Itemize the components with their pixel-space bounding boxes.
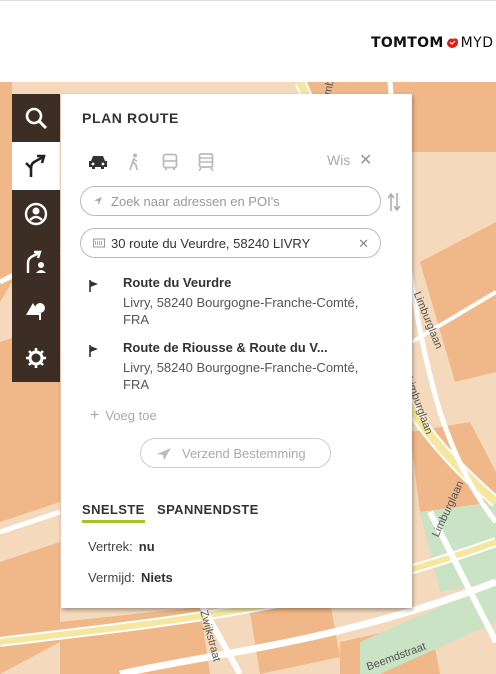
mode-car[interactable]	[87, 152, 109, 172]
avoid-label: Vermijd:	[88, 570, 135, 585]
settings-button[interactable]	[12, 334, 60, 382]
car-icon	[89, 156, 107, 169]
flag-icon	[89, 345, 98, 357]
avoid-value: Niets	[140, 570, 173, 585]
add-waypoint-button[interactable]: + Voeg toe	[90, 407, 157, 425]
result-name: Route de Riousse & Route du V...	[123, 340, 328, 355]
departure-label: Vertrek:	[88, 539, 133, 554]
avoid-option[interactable]: Vermijd: Niets	[88, 570, 173, 585]
travel-mode-selector	[87, 152, 217, 172]
departure-option[interactable]: Vertrek: nu	[88, 539, 155, 554]
departure-value: nu	[138, 539, 155, 554]
from-placeholder: Zoek naar adressen en POI's	[111, 194, 280, 209]
poi-button[interactable]	[12, 286, 60, 334]
plan-route-panel: PLAN ROUTE Wis ✕ Zoek naar adressen en P…	[61, 94, 412, 608]
app-header: TOMTOM MYD	[0, 0, 496, 83]
poi-icon	[26, 303, 45, 320]
flag-icon	[89, 280, 98, 292]
my-places-button[interactable]	[12, 190, 60, 238]
send-arrow-icon	[157, 448, 171, 460]
side-toolbar	[12, 94, 60, 382]
mode-train[interactable]	[195, 152, 217, 172]
brand-logo[interactable]: TOMTOM MYD	[371, 35, 494, 51]
destination-value: 30 route du Veurdre, 58240 LIVRY	[111, 236, 311, 251]
tomtom-hands-icon	[446, 38, 458, 48]
swap-arrows-icon[interactable]	[387, 191, 401, 213]
address-card-icon	[93, 238, 105, 248]
brand-suffix: MYD	[460, 35, 494, 51]
tab-fastest[interactable]: SNELSTE	[82, 502, 145, 523]
clear-route-label[interactable]: Wis	[327, 152, 350, 168]
mode-bus[interactable]	[159, 152, 181, 172]
from-search-input[interactable]: Zoek naar adressen en POI's	[80, 186, 381, 216]
location-arrow-icon	[94, 197, 102, 205]
bus-icon	[162, 153, 178, 170]
search-button[interactable]	[12, 94, 60, 142]
brand-name: TOMTOM	[371, 35, 444, 51]
route-icon	[25, 154, 46, 177]
clear-destination-icon[interactable]: ✕	[358, 236, 369, 252]
plus-icon: +	[90, 407, 100, 424]
close-icon[interactable]: ✕	[359, 150, 372, 170]
traffic-route-button[interactable]	[12, 238, 60, 286]
train-icon	[198, 153, 214, 171]
result-address: Livry, 58240 Bourgogne-Franche-Comté, FR…	[123, 295, 359, 327]
result-address: Livry, 58240 Bourgogne-Franche-Comté, FR…	[123, 360, 359, 392]
panel-title: PLAN ROUTE	[82, 110, 179, 126]
add-waypoint-label: Voeg toe	[105, 408, 157, 423]
my-places-icon	[24, 202, 48, 226]
send-destination-label: Verzend Bestemming	[182, 446, 306, 461]
search-icon	[25, 107, 48, 130]
tab-thrilling[interactable]: SPANNENDSTE	[157, 502, 259, 517]
send-destination-button[interactable]: Verzend Bestemming	[140, 438, 331, 468]
pedestrian-icon	[129, 153, 138, 171]
plan-route-button[interactable]	[12, 142, 60, 190]
mode-pedestrian[interactable]	[123, 152, 145, 172]
settings-icon	[26, 348, 46, 368]
destination-input[interactable]: 30 route du Veurdre, 58240 LIVRY ✕	[80, 228, 381, 258]
result-name: Route du Veurdre	[123, 275, 232, 290]
traffic-route-icon	[26, 250, 46, 273]
